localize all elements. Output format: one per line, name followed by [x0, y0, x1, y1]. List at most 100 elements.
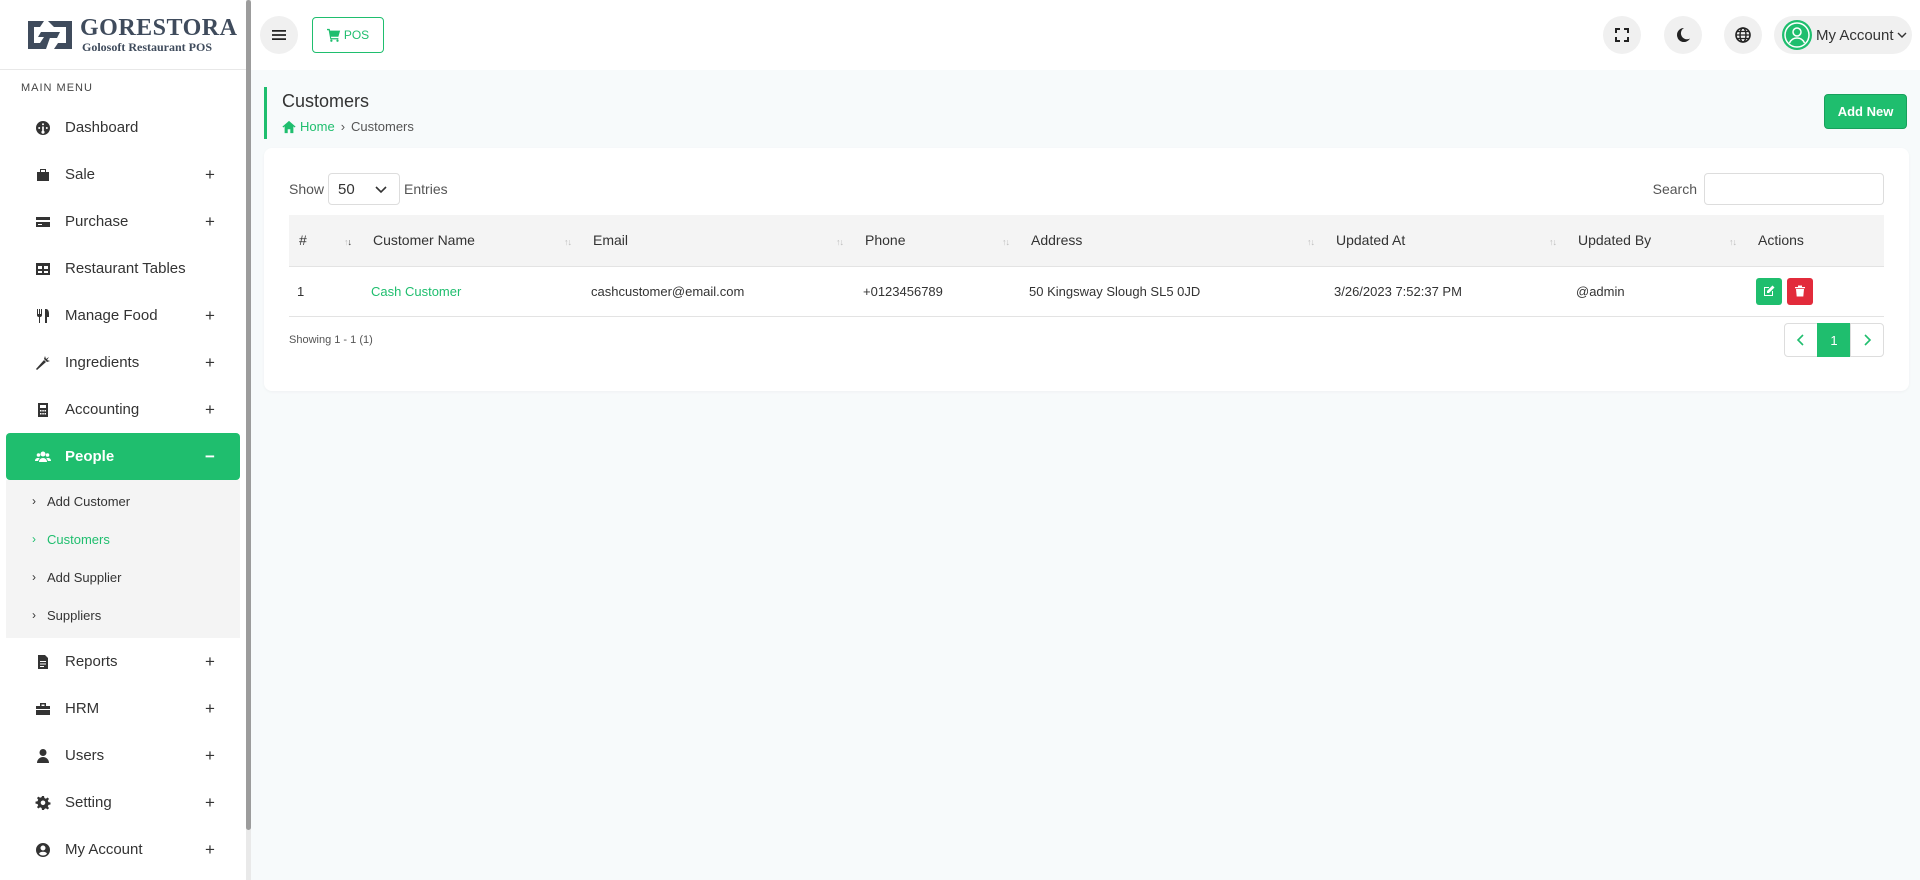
expand-indicator: + — [205, 305, 215, 325]
sidebar-item-label: Users — [65, 747, 105, 764]
expand-indicator: + — [205, 651, 215, 671]
cell-updated-at: 3/26/2023 7:52:37 PM — [1334, 283, 1462, 299]
sidebar-item-accounting[interactable]: Accounting + — [6, 386, 240, 433]
my-account-button[interactable]: My Account — [1774, 16, 1912, 54]
breadcrumb-home-label: Home — [300, 119, 335, 134]
submenu-item-add-supplier[interactable]: › Add Supplier — [6, 558, 240, 596]
carrot-icon — [36, 355, 50, 370]
cell-updated-by: @admin — [1576, 283, 1625, 299]
column-label: Email — [593, 232, 629, 249]
hamburger-icon — [272, 30, 286, 40]
chevron-down-icon — [1897, 32, 1907, 38]
column-header-phone[interactable]: Phone ↑↓ — [855, 215, 1021, 266]
credit-card-icon — [36, 216, 50, 227]
expand-indicator: + — [205, 352, 215, 372]
fullscreen-button[interactable] — [1603, 16, 1641, 54]
sidebar-item-label: People — [65, 448, 115, 465]
search-input[interactable] — [1704, 173, 1884, 205]
sidebar-item-label: Manage Food — [65, 307, 158, 324]
prev-page-button[interactable] — [1784, 323, 1818, 357]
people-submenu: › Add Customer › Customers › Add Supplier ›… — [6, 480, 240, 638]
sidebar-item-dashboard[interactable]: Dashboard — [6, 104, 240, 151]
utensils-icon — [37, 308, 49, 323]
sidebar-item-label: My Account — [65, 841, 143, 858]
brand-name: GORESTORA — [80, 14, 238, 41]
edit-button[interactable] — [1756, 277, 1782, 305]
user-avatar-icon — [1784, 22, 1810, 48]
cell-phone: +0123456789 — [863, 283, 943, 299]
sidebar-item-label: Purchase — [65, 213, 129, 230]
sidebar-scrollbar[interactable] — [246, 0, 251, 880]
sidebar-item-manage-food[interactable]: Manage Food + — [6, 292, 240, 339]
expand-indicator: + — [205, 698, 215, 718]
customers-card: Show 50 Entries Search # ↑↓ Customer Name… — [264, 148, 1909, 391]
menu-toggle-button[interactable] — [260, 16, 298, 54]
column-header-updated-at[interactable]: Updated At ↑↓ — [1326, 215, 1568, 266]
sidebar-item-users[interactable]: Users + — [6, 732, 240, 779]
submenu-label: Add Supplier — [47, 569, 122, 585]
column-label: Customer Name — [373, 232, 475, 249]
column-header-email[interactable]: Email ↑↓ — [583, 215, 855, 266]
chevron-left-icon — [1796, 334, 1804, 346]
entries-label: Entries — [404, 181, 448, 197]
search-label: Search — [1652, 181, 1697, 197]
sidebar-item-label: Reports — [65, 653, 118, 670]
collapse-indicator: − — [205, 446, 215, 466]
dashboard-icon — [36, 120, 50, 135]
sidebar-item-label: Ingredients — [65, 354, 140, 371]
sort-icon: ↑↓ — [1549, 237, 1557, 247]
logo[interactable]: GORESTORA Golosoft Restaurant POS — [0, 0, 246, 70]
sidebar-item-my-account[interactable]: My Account + — [6, 826, 240, 873]
customer-name-link[interactable]: Cash Customer — [363, 266, 583, 316]
sort-icon: ↑↓ — [564, 237, 572, 247]
sort-icon: ↑↓ — [1002, 237, 1010, 247]
breadcrumb: Home › Customers — [282, 119, 414, 134]
sort-icon: ↑↓ — [344, 237, 352, 247]
sort-icon: ↑↓ — [1307, 237, 1315, 247]
submenu-item-customers[interactable]: › Customers — [6, 520, 240, 558]
breadcrumb-home-link[interactable]: Home — [282, 119, 335, 134]
breadcrumb-current: Customers — [351, 119, 414, 134]
sidebar-item-ingredients[interactable]: Ingredients + — [6, 339, 240, 386]
sidebar-item-label: Accounting — [65, 401, 140, 418]
sidebar-item-label: Dashboard — [65, 119, 139, 136]
sale-icon — [37, 168, 49, 181]
showing-summary: Showing 1 - 1 (1) — [289, 334, 373, 346]
sidebar-item-reports[interactable]: Reports + — [6, 638, 240, 685]
delete-button[interactable] — [1787, 277, 1813, 305]
edit-icon — [1764, 285, 1775, 296]
entries-select[interactable]: 50 — [328, 173, 401, 205]
globe-icon — [1735, 27, 1751, 43]
briefcase-icon — [36, 702, 50, 715]
add-new-button[interactable]: Add New — [1824, 94, 1907, 129]
cell-number: 1 — [297, 283, 305, 299]
account-label: My Account — [1816, 26, 1894, 44]
submenu-item-suppliers[interactable]: › Suppliers — [6, 596, 240, 634]
sidebar-item-setting[interactable]: Setting + — [6, 779, 240, 826]
sidebar-item-hrm[interactable]: HRM + — [6, 685, 240, 732]
column-header-customer-name[interactable]: Customer Name ↑↓ — [363, 215, 583, 266]
sidebar-item-people[interactable]: People − — [6, 433, 240, 480]
column-label: Updated At — [1336, 232, 1406, 249]
home-icon — [282, 120, 296, 133]
chevron-right-icon — [1864, 334, 1872, 346]
language-button[interactable] — [1724, 16, 1762, 54]
scrollbar-thumb[interactable] — [246, 0, 251, 830]
column-header-number[interactable]: # ↑↓ — [289, 215, 363, 266]
column-header-updated-by[interactable]: Updated By ↑↓ — [1568, 215, 1748, 266]
users-icon — [35, 451, 51, 462]
column-label: Address — [1031, 232, 1083, 249]
expand-indicator: + — [205, 164, 215, 184]
sidebar-item-restaurant-tables[interactable]: Restaurant Tables — [6, 245, 240, 292]
dark-mode-button[interactable] — [1664, 16, 1702, 54]
next-page-button[interactable] — [1850, 323, 1884, 357]
submenu-item-add-customer[interactable]: › Add Customer — [6, 482, 240, 520]
trash-icon — [1795, 285, 1805, 297]
sidebar-item-purchase[interactable]: Purchase + — [6, 198, 240, 245]
page-button-1[interactable]: 1 — [1817, 323, 1851, 357]
pos-button[interactable]: POS — [312, 17, 384, 53]
column-header-address[interactable]: Address ↑↓ — [1021, 215, 1326, 266]
sidebar-item-sale[interactable]: Sale + — [6, 151, 240, 198]
cell-address: 50 Kingsway Slough SL5 0JD — [1029, 283, 1201, 299]
sidebar-item-label: Sale — [65, 166, 96, 183]
